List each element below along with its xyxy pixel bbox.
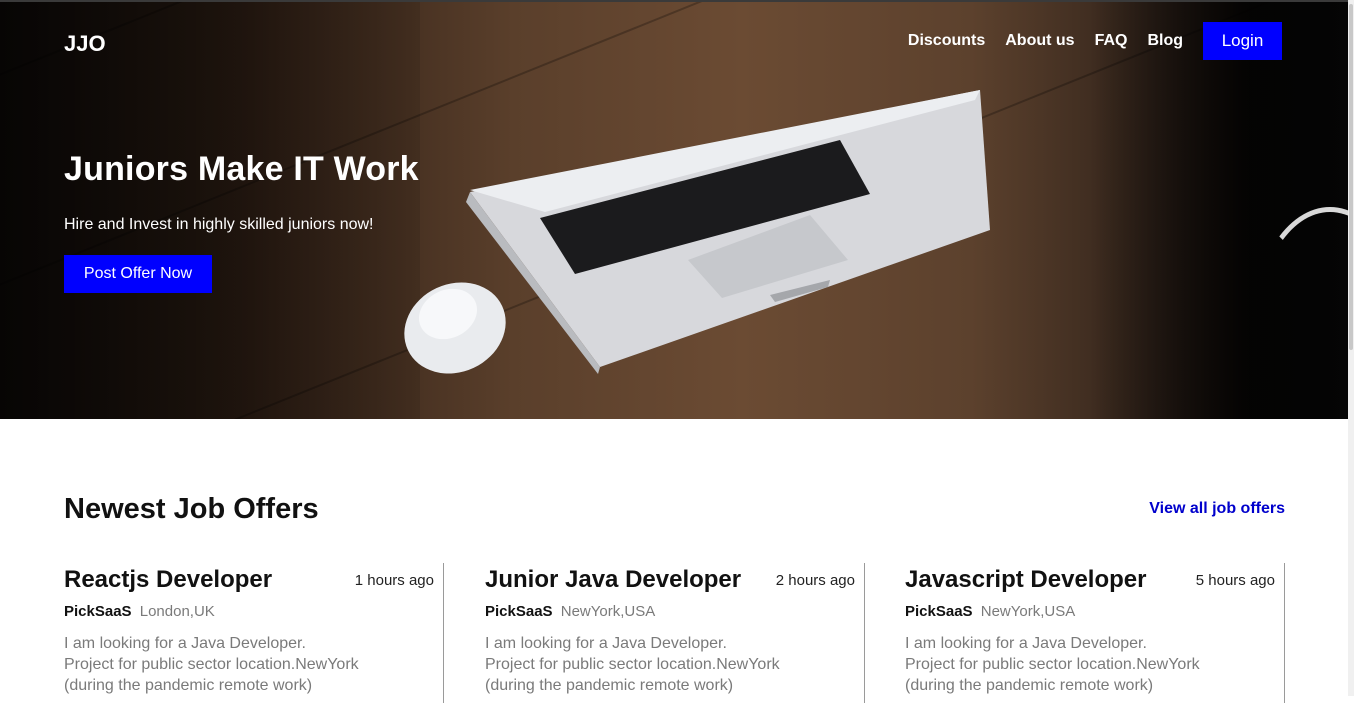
hero-subtitle: Hire and Invest in highly skilled junior… [64,216,374,233]
job-card[interactable]: Javascript Developer 5 hours ago PickSaa… [905,563,1285,703]
post-offer-button[interactable]: Post Offer Now [64,255,212,293]
job-description-line: Project for public sector location.NewYo… [485,656,780,673]
job-company: PickSaaS [485,603,553,620]
nav-blog[interactable]: Blog [1147,32,1183,50]
job-card[interactable]: Reactjs Developer 1 hours ago PickSaaS L… [64,563,444,703]
hero-banner: JJO Discounts About us FAQ Blog Login Ju… [0,2,1349,419]
job-company: PickSaaS [64,603,132,620]
job-title[interactable]: Javascript Developer [905,566,1146,594]
main-nav: Discounts About us FAQ Blog Login [888,22,1282,60]
job-card[interactable]: Junior Java Developer 2 hours ago PickSa… [485,563,865,703]
nav-discounts[interactable]: Discounts [908,32,985,50]
job-description: I am looking for a Java Developer. Proje… [64,633,404,696]
job-description-line: I am looking for a Java Developer. [485,635,727,652]
card-divider [1284,563,1285,703]
hero-title: Juniors Make IT Work [64,150,419,188]
job-description-line: (during the pandemic remote work) [64,677,313,694]
nav-faq[interactable]: FAQ [1095,32,1128,50]
job-description: I am looking for a Java Developer. Proje… [485,633,825,696]
card-divider [443,563,444,703]
job-description-line: (during the pandemic remote work) [485,677,734,694]
brand-logo[interactable]: JJO [64,31,106,57]
job-company-line: PickSaaS London,UK [64,603,215,620]
login-button[interactable]: Login [1203,22,1282,60]
job-description-line: (during the pandemic remote work) [905,677,1154,694]
job-posted-time: 2 hours ago [775,572,855,589]
page-scrollbar[interactable] [1348,0,1354,696]
job-company-line: PickSaaS NewYork,USA [905,603,1075,620]
card-divider [864,563,865,703]
section-title: Newest Job Offers [64,493,319,525]
view-all-jobs-link[interactable]: View all job offers [1149,500,1285,518]
job-description-line: Project for public sector location.NewYo… [64,656,359,673]
job-posted-time: 1 hours ago [354,572,434,589]
job-description-line: Project for public sector location.NewYo… [905,656,1200,673]
job-location: NewYork,USA [980,603,1076,620]
job-title[interactable]: Reactjs Developer [64,566,272,594]
scrollbar-thumb[interactable] [1349,4,1353,350]
job-title[interactable]: Junior Java Developer [485,566,741,594]
job-company-line: PickSaaS NewYork,USA [485,603,655,620]
nav-about-us[interactable]: About us [1005,32,1074,50]
job-location: NewYork,USA [560,603,656,620]
job-posted-time: 5 hours ago [1195,572,1275,589]
job-company: PickSaaS [905,603,973,620]
job-description-line: I am looking for a Java Developer. [905,635,1147,652]
job-description-line: I am looking for a Java Developer. [64,635,306,652]
job-description: I am looking for a Java Developer. Proje… [905,633,1245,696]
job-location: London,UK [139,603,215,620]
